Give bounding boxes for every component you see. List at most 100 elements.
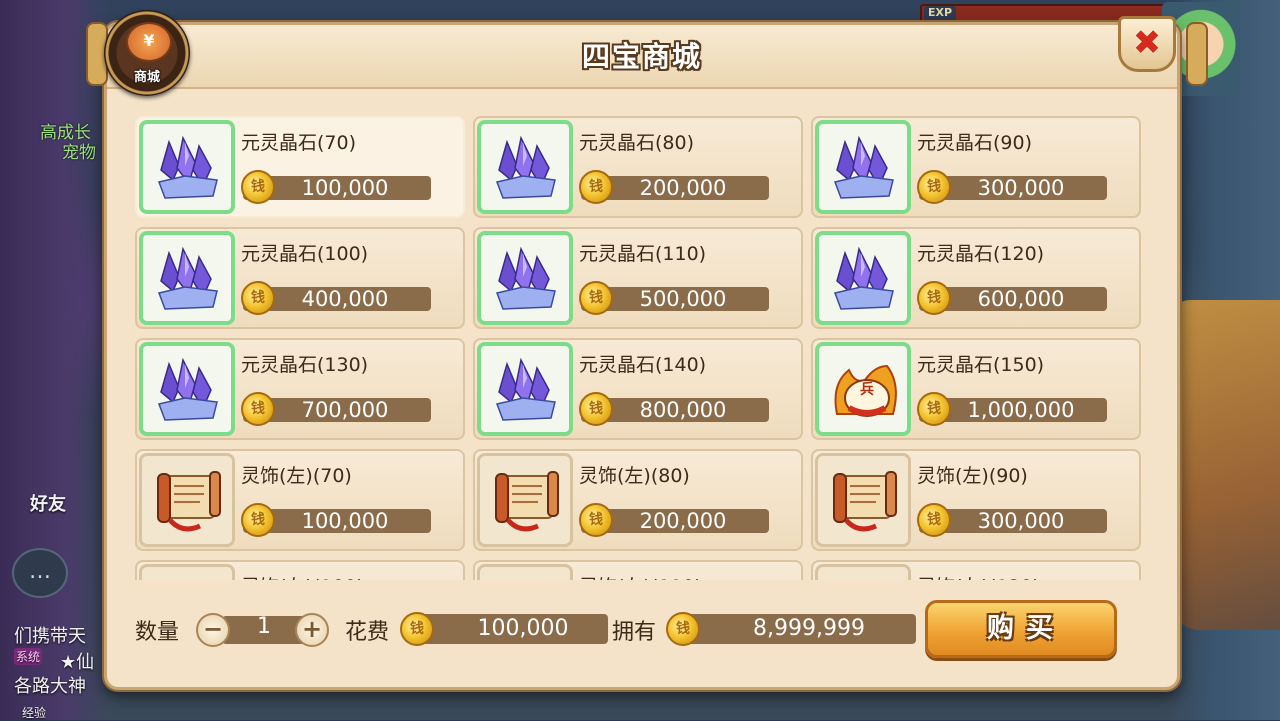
coin-icon: 钱 (579, 392, 613, 426)
quantity-plus-button[interactable]: + (295, 613, 329, 647)
scroll-icon (828, 577, 900, 580)
item-thumbnail (477, 342, 573, 436)
item-name: 元灵晶石(100) (241, 243, 369, 265)
scroll-icon (495, 471, 559, 532)
crystal-icon (157, 136, 218, 199)
item-name: 元灵晶石(120) (917, 243, 1045, 265)
shop-item-card[interactable]: 元灵晶石(140) 800,000 钱 (473, 338, 803, 440)
exp-bar-label: 经验 (22, 706, 47, 720)
item-name: 元灵晶石(150) (917, 354, 1045, 376)
flame-badge-icon: 兵 (834, 364, 897, 417)
item-name: 灵饰(左)(70) (241, 465, 352, 487)
shop-item-card[interactable]: 灵饰(左)(80) 200,000 钱 (473, 449, 803, 551)
item-name: 元灵晶石(70) (241, 132, 357, 154)
scroll-icon (490, 577, 562, 580)
shop-item-card[interactable]: 灵饰(左)(100)钱 (135, 560, 465, 580)
item-name: 灵饰(左)(100) (241, 572, 364, 580)
scroll-icon (833, 471, 897, 532)
shop-badge-icon: ¥ 商城 (104, 10, 190, 96)
buy-button-label: 购买 (987, 613, 1065, 644)
item-thumbnail (139, 453, 235, 547)
cost-label: 花费 (345, 620, 390, 645)
quantity-label: 数量 (135, 620, 180, 645)
crystal-icon (833, 247, 894, 310)
item-thumbnail (477, 120, 573, 214)
crystal-icon (157, 247, 218, 310)
item-name: 灵饰(左)(120) (917, 572, 1040, 580)
close-button[interactable]: ✖ (1118, 16, 1176, 72)
item-thumbnail (815, 453, 911, 547)
shop-item-card[interactable]: 元灵晶石(90) 300,000 钱 (811, 116, 1141, 218)
item-thumbnail (477, 564, 573, 580)
chat-icon[interactable]: … (12, 548, 68, 598)
item-thumbnail (815, 120, 911, 214)
item-grid[interactable]: 元灵晶石(70) 100,000 钱元灵晶石(80) 200,000 钱元灵晶石(90)… (135, 116, 1145, 580)
shop-item-card[interactable]: 灵饰(左)(110)钱 (473, 560, 803, 580)
chat-line-1: 们携带天 (14, 626, 86, 647)
chat-line-2: ★仙 (60, 652, 95, 673)
coin-icon: 钱 (241, 170, 275, 204)
item-thumbnail (139, 564, 235, 580)
item-name: 元灵晶石(80) (579, 132, 695, 154)
item-name: 元灵晶石(90) (917, 132, 1033, 154)
cost-coin-icon: 钱 (400, 612, 434, 646)
svg-text:兵: 兵 (860, 381, 874, 398)
shop-item-card[interactable]: 元灵晶石(70) 100,000 钱 (135, 116, 465, 218)
owned-label: 拥有 (612, 620, 657, 645)
crystal-icon (495, 247, 556, 310)
coin-bag-icon: ¥ (126, 22, 172, 62)
crystal-icon (157, 358, 218, 421)
close-icon: ✖ (1132, 23, 1162, 63)
shop-badge-label: 商城 (133, 70, 160, 85)
item-thumbnail (139, 120, 235, 214)
item-name: 元灵晶石(140) (579, 354, 707, 376)
coin-icon: 钱 (579, 503, 613, 537)
item-name: 元灵晶石(110) (579, 243, 707, 265)
item-thumbnail (815, 564, 911, 580)
shop-item-card[interactable]: 元灵晶石(80) 200,000 钱 (473, 116, 803, 218)
item-name: 元灵晶石(130) (241, 354, 369, 376)
coin-icon: 钱 (917, 170, 951, 204)
coin-icon: 钱 (241, 281, 275, 315)
system-tag: 系统 (14, 648, 43, 665)
owned-value: 8,999,999 (753, 616, 865, 641)
item-name: 灵饰(左)(80) (579, 465, 690, 487)
scene-mech-figure (1170, 300, 1280, 630)
item-thumbnail (477, 453, 573, 547)
shop-item-card[interactable]: 灵饰(左)(90) 300,000 钱 (811, 449, 1141, 551)
item-thumbnail (139, 342, 235, 436)
item-thumbnail: 兵 (815, 342, 911, 436)
coin-icon: 钱 (917, 503, 951, 537)
quantity-value[interactable]: 1 (222, 614, 306, 639)
shop-item-card[interactable]: 元灵晶石(120) 600,000 钱 (811, 227, 1141, 329)
chat-line-3: 各路大神 (14, 676, 86, 697)
item-thumbnail (815, 231, 911, 325)
item-name: 灵饰(左)(110) (579, 572, 702, 580)
coin-icon: 钱 (241, 503, 275, 537)
shop-item-card[interactable]: 元灵晶石(130) 700,000 钱 (135, 338, 465, 440)
item-thumbnail (139, 231, 235, 325)
coin-icon: 钱 (917, 392, 951, 426)
dialog-title-bar: 四宝商城 (107, 25, 1177, 89)
cost-bar: 100,000 (418, 614, 608, 644)
shop-item-card[interactable]: 灵饰(左)(70) 100,000 钱 (135, 449, 465, 551)
coin-icon: 钱 (917, 281, 951, 315)
shop-item-card[interactable]: 兵元灵晶石(150) 1,000,000 钱 (811, 338, 1141, 440)
quantity-minus-button[interactable]: − (196, 613, 230, 647)
scene-text-2: 宠物 (62, 143, 96, 163)
scroll-icon (157, 471, 221, 532)
dialog-title: 四宝商城 (581, 40, 702, 73)
scene-left-edge (0, 0, 110, 720)
crystal-icon (495, 136, 556, 199)
shop-item-card[interactable]: 元灵晶石(110) 500,000 钱 (473, 227, 803, 329)
coin-icon: 钱 (579, 170, 613, 204)
buy-button[interactable]: 购买 (925, 600, 1117, 658)
crystal-icon (833, 136, 894, 199)
shop-item-card[interactable]: 灵饰(左)(120)钱 (811, 560, 1141, 580)
friend-button[interactable]: 好友 (30, 490, 66, 516)
shop-item-card[interactable]: 元灵晶石(100) 400,000 钱 (135, 227, 465, 329)
scroll-icon (152, 577, 224, 580)
owned-bar: 8,999,999 (682, 614, 916, 644)
coin-icon: 钱 (241, 392, 275, 426)
cost-value: 100,000 (477, 616, 569, 641)
